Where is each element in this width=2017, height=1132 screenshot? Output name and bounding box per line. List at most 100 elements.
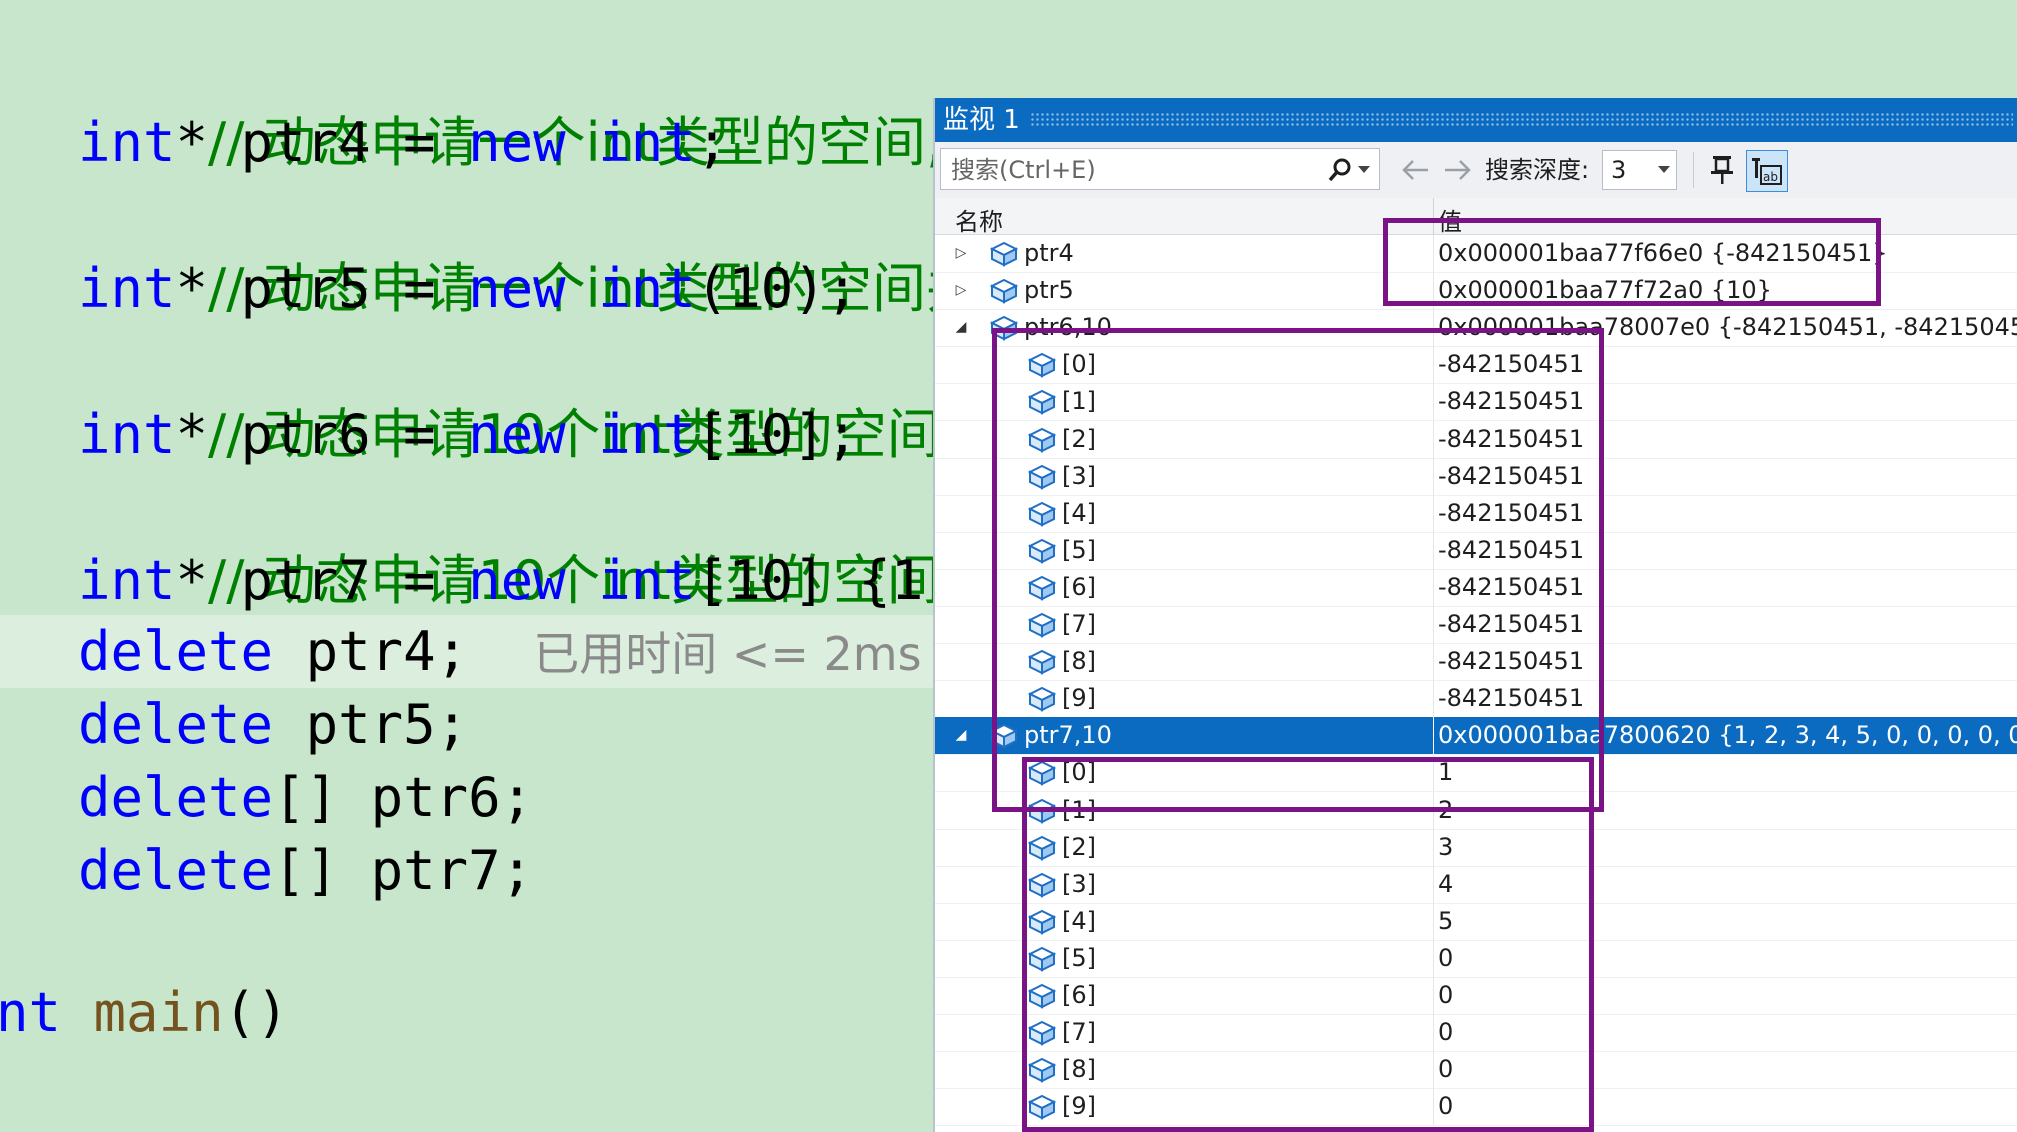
watch-row-value[interactable]: 4 [1438, 866, 1453, 903]
watch-row[interactable]: [4] -842150451 [935, 494, 2017, 533]
search-depth-select[interactable]: 3 [1602, 150, 1677, 190]
watch-row-name[interactable]: [6] [1062, 569, 1096, 606]
code-type: int [598, 549, 696, 612]
watch-row-value[interactable]: 0 [1438, 940, 1453, 977]
watch-row[interactable]: [7] -842150451 [935, 606, 2017, 644]
code-keyword: new [468, 257, 566, 320]
title-grip[interactable] [1030, 112, 2013, 126]
search-box[interactable] [940, 148, 1380, 191]
watch-row-name[interactable]: ptr6,10 [1024, 309, 1112, 346]
watch-row[interactable]: ◢ ptr6,10 0x000001baa78007e0 {-842150451, … [935, 309, 2017, 348]
watch-row[interactable]: [5] 0 [935, 939, 2017, 978]
forward-arrow-icon[interactable] [1443, 158, 1473, 182]
column-header-name[interactable]: 名称 [955, 202, 1003, 237]
watch-row-value[interactable]: -842150451 [1438, 421, 1584, 458]
watch-row-name[interactable]: [2] [1062, 829, 1096, 866]
value-column-divider [1433, 346, 1434, 384]
watch-row-name[interactable]: [0] [1062, 754, 1096, 791]
collapse-triangle-icon[interactable]: ◢ [951, 717, 971, 754]
watch-row[interactable]: [8] -842150451 [935, 643, 2017, 682]
watch-row-name[interactable]: [5] [1062, 940, 1096, 977]
watch-row-name[interactable]: [1] [1062, 383, 1096, 420]
column-divider[interactable] [1433, 198, 1434, 234]
watch-row-value[interactable]: 2 [1438, 792, 1453, 829]
search-icon[interactable] [1327, 157, 1353, 183]
watch-row[interactable]: [0] -842150451 [935, 346, 2017, 385]
watch-row[interactable]: [6] -842150451 [935, 568, 2017, 607]
format-ab-icon: ab [1752, 158, 1782, 185]
watch-row[interactable]: [5] -842150451 [935, 531, 2017, 570]
code-text: * ptr5 = [175, 257, 469, 320]
watch-row[interactable]: [2] -842150451 [935, 420, 2017, 459]
watch-row[interactable]: [3] 4 [935, 865, 2017, 904]
watch-row-value[interactable]: -842150451 [1438, 383, 1584, 420]
watch-row-name[interactable]: [6] [1062, 977, 1096, 1014]
watch-row-name[interactable]: [7] [1062, 1014, 1096, 1051]
watch-row-name[interactable]: ptr7,10 [1024, 717, 1112, 754]
watch-row[interactable]: [0] 1 [935, 754, 2017, 793]
watch-row-value[interactable]: 0 [1438, 1014, 1453, 1051]
code-keyword: new [468, 111, 566, 174]
watch-title-bar[interactable]: 监视 1 [935, 98, 2017, 142]
format-toggle-button[interactable]: ab [1746, 150, 1788, 192]
watch-row[interactable]: [9] 0 [935, 1088, 2017, 1127]
pin-icon[interactable] [1707, 154, 1737, 186]
watch-row-name[interactable]: [2] [1062, 421, 1096, 458]
watch-row-name[interactable]: ptr5 [1024, 272, 1074, 309]
watch-row[interactable]: ▷ ptr4 0x000001baa77f66e0 {-842150451} [935, 235, 2017, 273]
watch-row-name[interactable]: [4] [1062, 495, 1096, 532]
watch-row-value[interactable]: -842150451 [1438, 569, 1584, 606]
watch-row[interactable]: [8] 0 [935, 1051, 2017, 1090]
watch-row-name[interactable]: [3] [1062, 866, 1096, 903]
back-arrow-icon[interactable] [1400, 158, 1430, 182]
watch-row-value[interactable]: 0x000001baa7800620 {1, 2, 3, 4, 5, 0, 0,… [1438, 717, 2017, 754]
watch-row[interactable]: [7] 0 [935, 1014, 2017, 1053]
watch-row-value[interactable]: 1 [1438, 754, 1453, 791]
watch-row-value[interactable]: 3 [1438, 829, 1453, 866]
watch-row-name[interactable]: [8] [1062, 1051, 1096, 1088]
watch-row-name[interactable]: [8] [1062, 643, 1096, 680]
watch-row-value[interactable]: -842150451 [1438, 346, 1584, 383]
collapse-triangle-icon[interactable]: ◢ [951, 309, 971, 346]
elapsed-time-hint: 已用时间 <= 2ms [533, 627, 922, 681]
watch-row-value[interactable]: -842150451 [1438, 532, 1584, 569]
watch-row-name[interactable]: [3] [1062, 458, 1096, 495]
watch-row-name[interactable]: ptr4 [1024, 235, 1074, 272]
code-line-3: // 动态申请一个int类型的空间并 [78, 179, 980, 320]
watch-row[interactable]: [9] -842150451 [935, 680, 2017, 719]
watch-row-value[interactable]: 0 [1438, 1051, 1453, 1088]
watch-row-name[interactable]: [7] [1062, 606, 1096, 643]
watch-row-value[interactable]: 0x000001baa78007e0 {-842150451, -8421504… [1438, 309, 2017, 346]
expand-triangle-icon[interactable]: ▷ [951, 272, 971, 309]
search-options-chevron-down-icon[interactable] [1357, 165, 1371, 175]
watch-row-value[interactable]: 5 [1438, 903, 1453, 940]
watch-row-value[interactable]: 0 [1438, 977, 1453, 1014]
watch-window[interactable]: 监视 1 搜索深度: 3 [933, 98, 2017, 1132]
watch-row[interactable]: [6] 0 [935, 977, 2017, 1015]
watch-row-value[interactable]: -842150451 [1438, 458, 1584, 495]
watch-row[interactable]: ◢ ptr7,10 0x000001baa7800620 {1, 2, 3, 4, … [935, 717, 2017, 756]
column-header-value[interactable]: 值 [1438, 202, 1462, 237]
watch-row-name[interactable]: [0] [1062, 346, 1096, 383]
watch-row[interactable]: [1] 2 [935, 791, 2017, 830]
expand-triangle-icon[interactable]: ▷ [951, 235, 971, 272]
watch-row-name[interactable]: [1] [1062, 792, 1096, 829]
watch-row-name[interactable]: [9] [1062, 680, 1096, 717]
watch-row[interactable]: [4] 5 [935, 902, 2017, 941]
watch-row-value[interactable]: 0 [1438, 1088, 1453, 1125]
watch-row[interactable]: [3] -842150451 [935, 457, 2017, 496]
watch-row-name[interactable]: [9] [1062, 1088, 1096, 1125]
watch-row-value[interactable]: -842150451 [1438, 495, 1584, 532]
watch-row-name[interactable]: [4] [1062, 903, 1096, 940]
watch-row-value[interactable]: -842150451 [1438, 606, 1584, 643]
watch-row-value[interactable]: 0x000001baa77f66e0 {-842150451} [1438, 235, 1888, 272]
watch-row-value[interactable]: 0x000001baa77f72a0 {10} [1438, 272, 1772, 309]
watch-row-value[interactable]: -842150451 [1438, 680, 1584, 717]
watch-row[interactable]: ▷ ptr5 0x000001baa77f72a0 {10} [935, 272, 2017, 311]
watch-row-name[interactable]: [5] [1062, 532, 1096, 569]
code-type: int [78, 549, 176, 612]
watch-row-value[interactable]: -842150451 [1438, 643, 1584, 680]
watch-row[interactable]: [1] -842150451 [935, 383, 2017, 422]
watch-row[interactable]: [2] 3 [935, 828, 2017, 867]
search-input[interactable] [949, 149, 1313, 191]
